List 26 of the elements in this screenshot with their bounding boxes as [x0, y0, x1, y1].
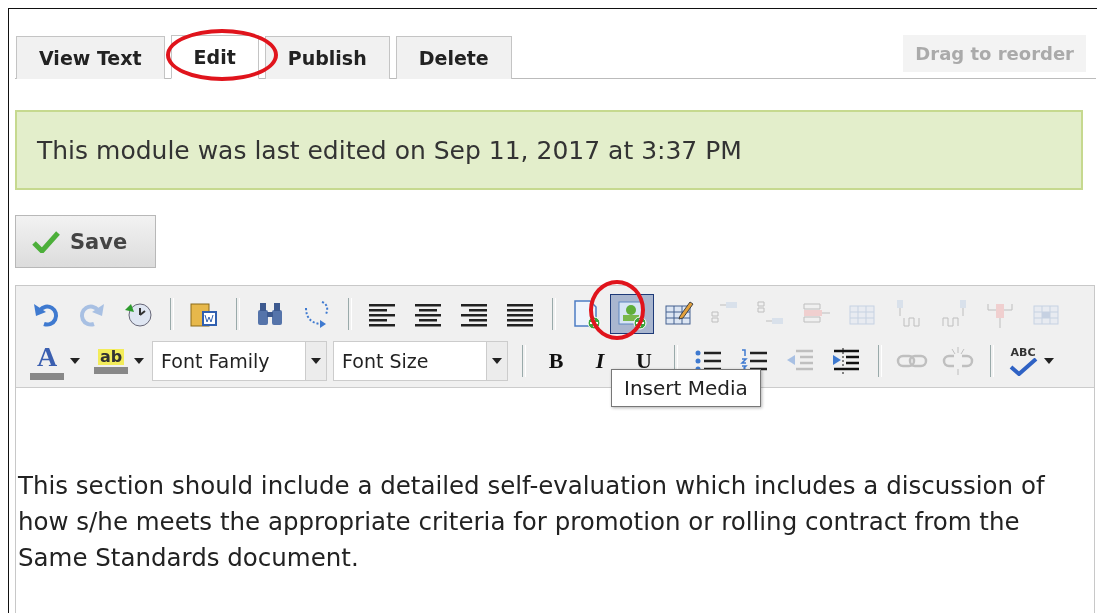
dropdown-field[interactable]: Font Size — [333, 341, 508, 381]
insert-media-button[interactable] — [610, 294, 654, 334]
notice-banner: This module was last edited on Sep 11, 2017 at 3:37 PM — [15, 110, 1083, 190]
caret-icon — [1044, 358, 1054, 364]
tab[interactable]: Edit — [170, 35, 259, 79]
unlink-icon — [942, 345, 974, 377]
caret-icon — [311, 358, 321, 364]
spellcheck-button[interactable]: ABC — [1002, 341, 1060, 381]
font-color-button[interactable]: A — [24, 341, 86, 381]
tab[interactable]: View Text — [16, 36, 165, 79]
caret-icon — [492, 358, 502, 364]
editor-text: This section should include a detailed self-evaluation which includes a discussion of how s/he meets the appropriate criteria for promotion or rolling contract from the Same Standards document. — [18, 470, 1046, 574]
highlight-circle — [589, 280, 645, 340]
dropdown-field[interactable]: Font Family — [152, 341, 327, 381]
save-button[interactable]: Save — [15, 215, 156, 268]
checkmark-icon — [32, 230, 60, 253]
bold-button[interactable]: B — [534, 341, 578, 381]
caret-icon — [70, 358, 80, 364]
tab[interactable]: Delete — [395, 36, 512, 79]
picture-plus-icon — [616, 298, 648, 330]
indent-icon — [830, 345, 862, 377]
tooltip: Insert Media — [611, 369, 761, 407]
tab[interactable]: Publish — [264, 36, 390, 79]
caret-icon — [134, 358, 144, 364]
checkmark-icon — [1008, 357, 1038, 376]
highlight-color-button[interactable]: ab — [88, 341, 150, 381]
